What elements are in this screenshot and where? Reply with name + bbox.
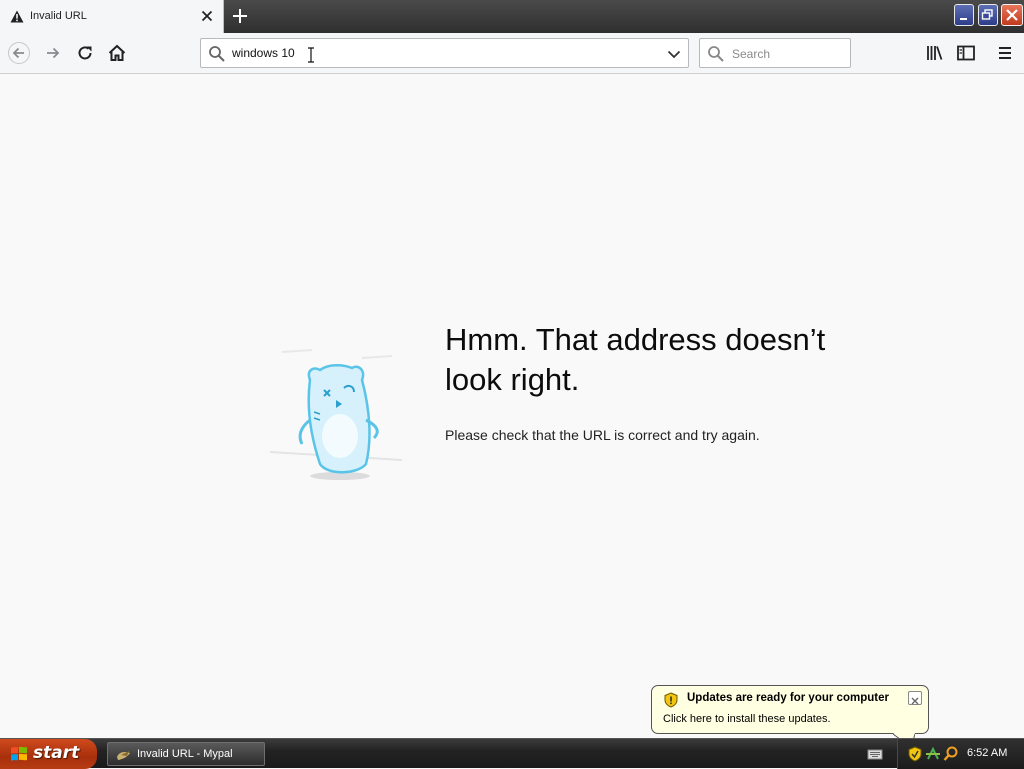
tab-close-icon[interactable]: [199, 8, 215, 24]
network-icon[interactable]: [925, 746, 941, 762]
new-tab-plus-icon[interactable]: [230, 6, 250, 26]
confused-creature-illustration: [269, 349, 403, 480]
navigation-toolbar: [0, 33, 1024, 74]
address-input[interactable]: [232, 44, 652, 62]
restore-button[interactable]: [978, 4, 998, 26]
notification-close-button[interactable]: [908, 691, 922, 705]
mypal-app-icon: [117, 751, 130, 760]
error-title: Hmm. That address doesn’t look right.: [445, 322, 826, 397]
error-description: Please check that the URL is correct and…: [445, 427, 760, 443]
search-icon: [209, 46, 225, 62]
update-notification-balloon[interactable]: Updates are ready for your computer Clic…: [651, 685, 929, 734]
security-shield-icon: [664, 692, 678, 708]
minimize-button[interactable]: [954, 4, 974, 26]
tab-invalid-url[interactable]: Invalid URL: [0, 0, 224, 33]
back-arrow-icon[interactable]: [8, 42, 30, 64]
keyboard-icon[interactable]: [867, 747, 883, 761]
notification-title: Updates are ready for your computer: [687, 692, 889, 704]
sidebar-icon[interactable]: [955, 42, 977, 64]
text-cursor-icon: [308, 47, 314, 63]
home-icon[interactable]: [106, 42, 128, 64]
search-icon: [708, 46, 724, 62]
library-icon[interactable]: [924, 42, 946, 64]
notification-text[interactable]: Click here to install these updates.: [663, 713, 831, 725]
start-label: start: [33, 743, 80, 763]
search-tray-icon[interactable]: [943, 746, 959, 762]
window-close-icon: [1006, 9, 1018, 21]
reload-icon[interactable]: [74, 42, 96, 64]
taskbar-item-mypal[interactable]: Invalid URL - Mypal: [107, 742, 265, 766]
address-bar[interactable]: [200, 38, 689, 68]
window-close-button[interactable]: [1001, 4, 1023, 26]
security-shield-tray-icon[interactable]: [907, 746, 923, 762]
windows-logo-icon: [11, 746, 27, 761]
warning-icon: [10, 10, 24, 23]
restore-icon: [981, 9, 993, 20]
hamburger-menu-icon[interactable]: [994, 42, 1016, 64]
system-clock: 6:52 AM: [967, 747, 1008, 759]
close-icon: [911, 697, 919, 705]
taskbar: start Invalid URL - Mypal 6:52 AM: [0, 738, 1024, 769]
search-input[interactable]: [732, 45, 842, 62]
minimize-icon: [960, 18, 967, 20]
taskbar-item-label: Invalid URL - Mypal: [137, 748, 233, 760]
search-bar[interactable]: [699, 38, 851, 68]
tab-strip: Invalid URL: [0, 0, 1024, 33]
chevron-down-icon[interactable]: [666, 46, 682, 62]
start-button[interactable]: start: [0, 739, 97, 769]
tab-title: Invalid URL: [30, 10, 87, 22]
forward-arrow-icon[interactable]: [42, 42, 64, 64]
